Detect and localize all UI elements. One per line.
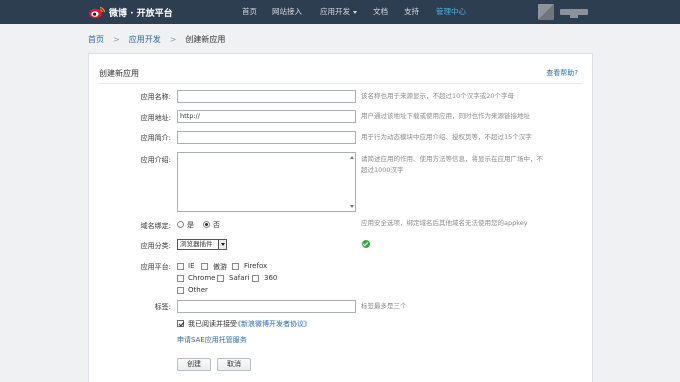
breadcrumb: 首页 > 应用开发 > 创建新应用 (88, 33, 225, 45)
nav-docs[interactable]: 文档 (373, 0, 388, 24)
category-select[interactable]: 浏览器插件 (177, 239, 227, 250)
nav-admin-center[interactable]: 管理中心 (436, 0, 466, 24)
breadcrumb-home[interactable]: 首页 (88, 34, 104, 45)
bind-yes-radio[interactable] (177, 221, 184, 228)
bind-yes-label: 是 (187, 221, 194, 229)
tags-hint: 标签最多是三个 (361, 302, 407, 310)
platform-chrome-checkbox[interactable] (177, 275, 184, 282)
bind-no-radio[interactable] (203, 221, 210, 228)
breadcrumb-separator-icon: > (113, 34, 120, 44)
breadcrumb-current: 创建新应用 (185, 34, 226, 44)
platform-firefox-checkbox[interactable] (232, 263, 239, 270)
app-brief-hint: 用于行为动态模块中应用介绍、授权页等，不超过15个汉字 (361, 133, 532, 141)
nav-app-dev-label: 应用开发 (320, 7, 350, 16)
nav-home[interactable]: 首页 (242, 0, 257, 24)
platform-360-label: 360 (264, 274, 278, 282)
nav-site-access[interactable]: 网站接入 (272, 0, 302, 24)
app-desc-label: 应用介绍: (140, 156, 171, 164)
app-name-hint: 该名称也用于来源显示，不超过10个汉字或20个字母 (361, 92, 515, 100)
top-nav: 微博 · 开放平台 首页 网站接入 应用开发 文档 支持 管理中心 (0, 0, 680, 24)
platform-safari-label: Safari (229, 274, 250, 282)
cancel-button[interactable]: 取消 (217, 358, 251, 371)
avatar[interactable] (538, 4, 554, 20)
platform-other-checkbox[interactable] (177, 287, 184, 294)
platform-maxthon-checkbox[interactable] (201, 263, 208, 270)
tags-input[interactable] (177, 300, 356, 313)
agree-text: 我已阅读并接受 (188, 320, 237, 328)
chevron-down-icon (353, 10, 357, 14)
platform-label: 应用平台: (140, 263, 171, 271)
divider (99, 83, 582, 84)
platform-ie-checkbox[interactable] (177, 263, 184, 270)
breadcrumb-separator-icon: > (169, 34, 177, 44)
developer-agreement-link[interactable]: 《新浪微博开发者协议》 (234, 319, 311, 329)
domain-bind-label: 域名绑定: (140, 222, 171, 230)
page-title: 创建新应用 (99, 69, 139, 78)
platform-safari-checkbox[interactable] (217, 275, 224, 282)
sae-hosting-link[interactable]: 申请SAE应用托管服务 (177, 335, 247, 345)
app-url-hint: 用户通过该地址下载或使用应用，同时也作为来源链接地址 (361, 112, 530, 120)
user-menu-icon[interactable] (570, 15, 578, 18)
platform-chrome-label: Chrome (188, 274, 216, 282)
chevron-down-icon (218, 240, 226, 249)
domain-bind-hint: 应用安全选项，绑定域名后其他域名无法使用您的appkey (361, 219, 528, 227)
tags-label: 标签: (154, 303, 171, 311)
bind-no-label: 否 (213, 221, 220, 229)
platform-other-label: Other (188, 286, 208, 294)
category-label: 应用分类: (140, 242, 171, 250)
create-app-card: 创建新应用 查看帮助? 应用名称: 该名称也用于来源显示，不超过10个汉字或20… (88, 53, 593, 382)
scroll-up-icon[interactable] (350, 156, 354, 159)
help-link[interactable]: 查看帮助? (546, 68, 578, 78)
app-name-label: 应用名称: (140, 93, 171, 101)
breadcrumb-app-dev[interactable]: 应用开发 (129, 34, 161, 45)
logo-text: 微博 · 开放平台 (109, 8, 173, 19)
scroll-down-icon[interactable] (350, 205, 354, 208)
nav-app-dev[interactable]: 应用开发 (320, 0, 357, 24)
app-brief-label: 应用简介: (140, 134, 171, 142)
app-url-label: 应用地址: (140, 114, 171, 122)
create-button[interactable]: 创建 (177, 358, 211, 371)
app-name-input[interactable] (177, 90, 356, 103)
app-desc-hint: 请简述应用的作用、使用方法等信息，将显示在应用广场中，不超过1000汉字 (361, 155, 543, 174)
app-brief-input[interactable] (177, 131, 356, 144)
agree-checkbox[interactable] (177, 320, 184, 327)
platform-ie-label: IE (188, 262, 195, 270)
app-url-input[interactable]: http:// (177, 110, 356, 123)
nav-support[interactable]: 支持 (404, 0, 419, 24)
platform-360-checkbox[interactable] (252, 275, 259, 282)
platform-firefox-label: Firefox (244, 262, 268, 270)
weibo-logo[interactable]: 微博 · 开放平台 (88, 4, 173, 20)
platform-maxthon-label: 傲游 (213, 263, 227, 271)
check-ok-icon (362, 240, 370, 248)
weibo-eye-icon (88, 5, 106, 19)
app-desc-textarea[interactable] (177, 152, 356, 212)
category-select-value: 浏览器插件 (180, 240, 213, 248)
